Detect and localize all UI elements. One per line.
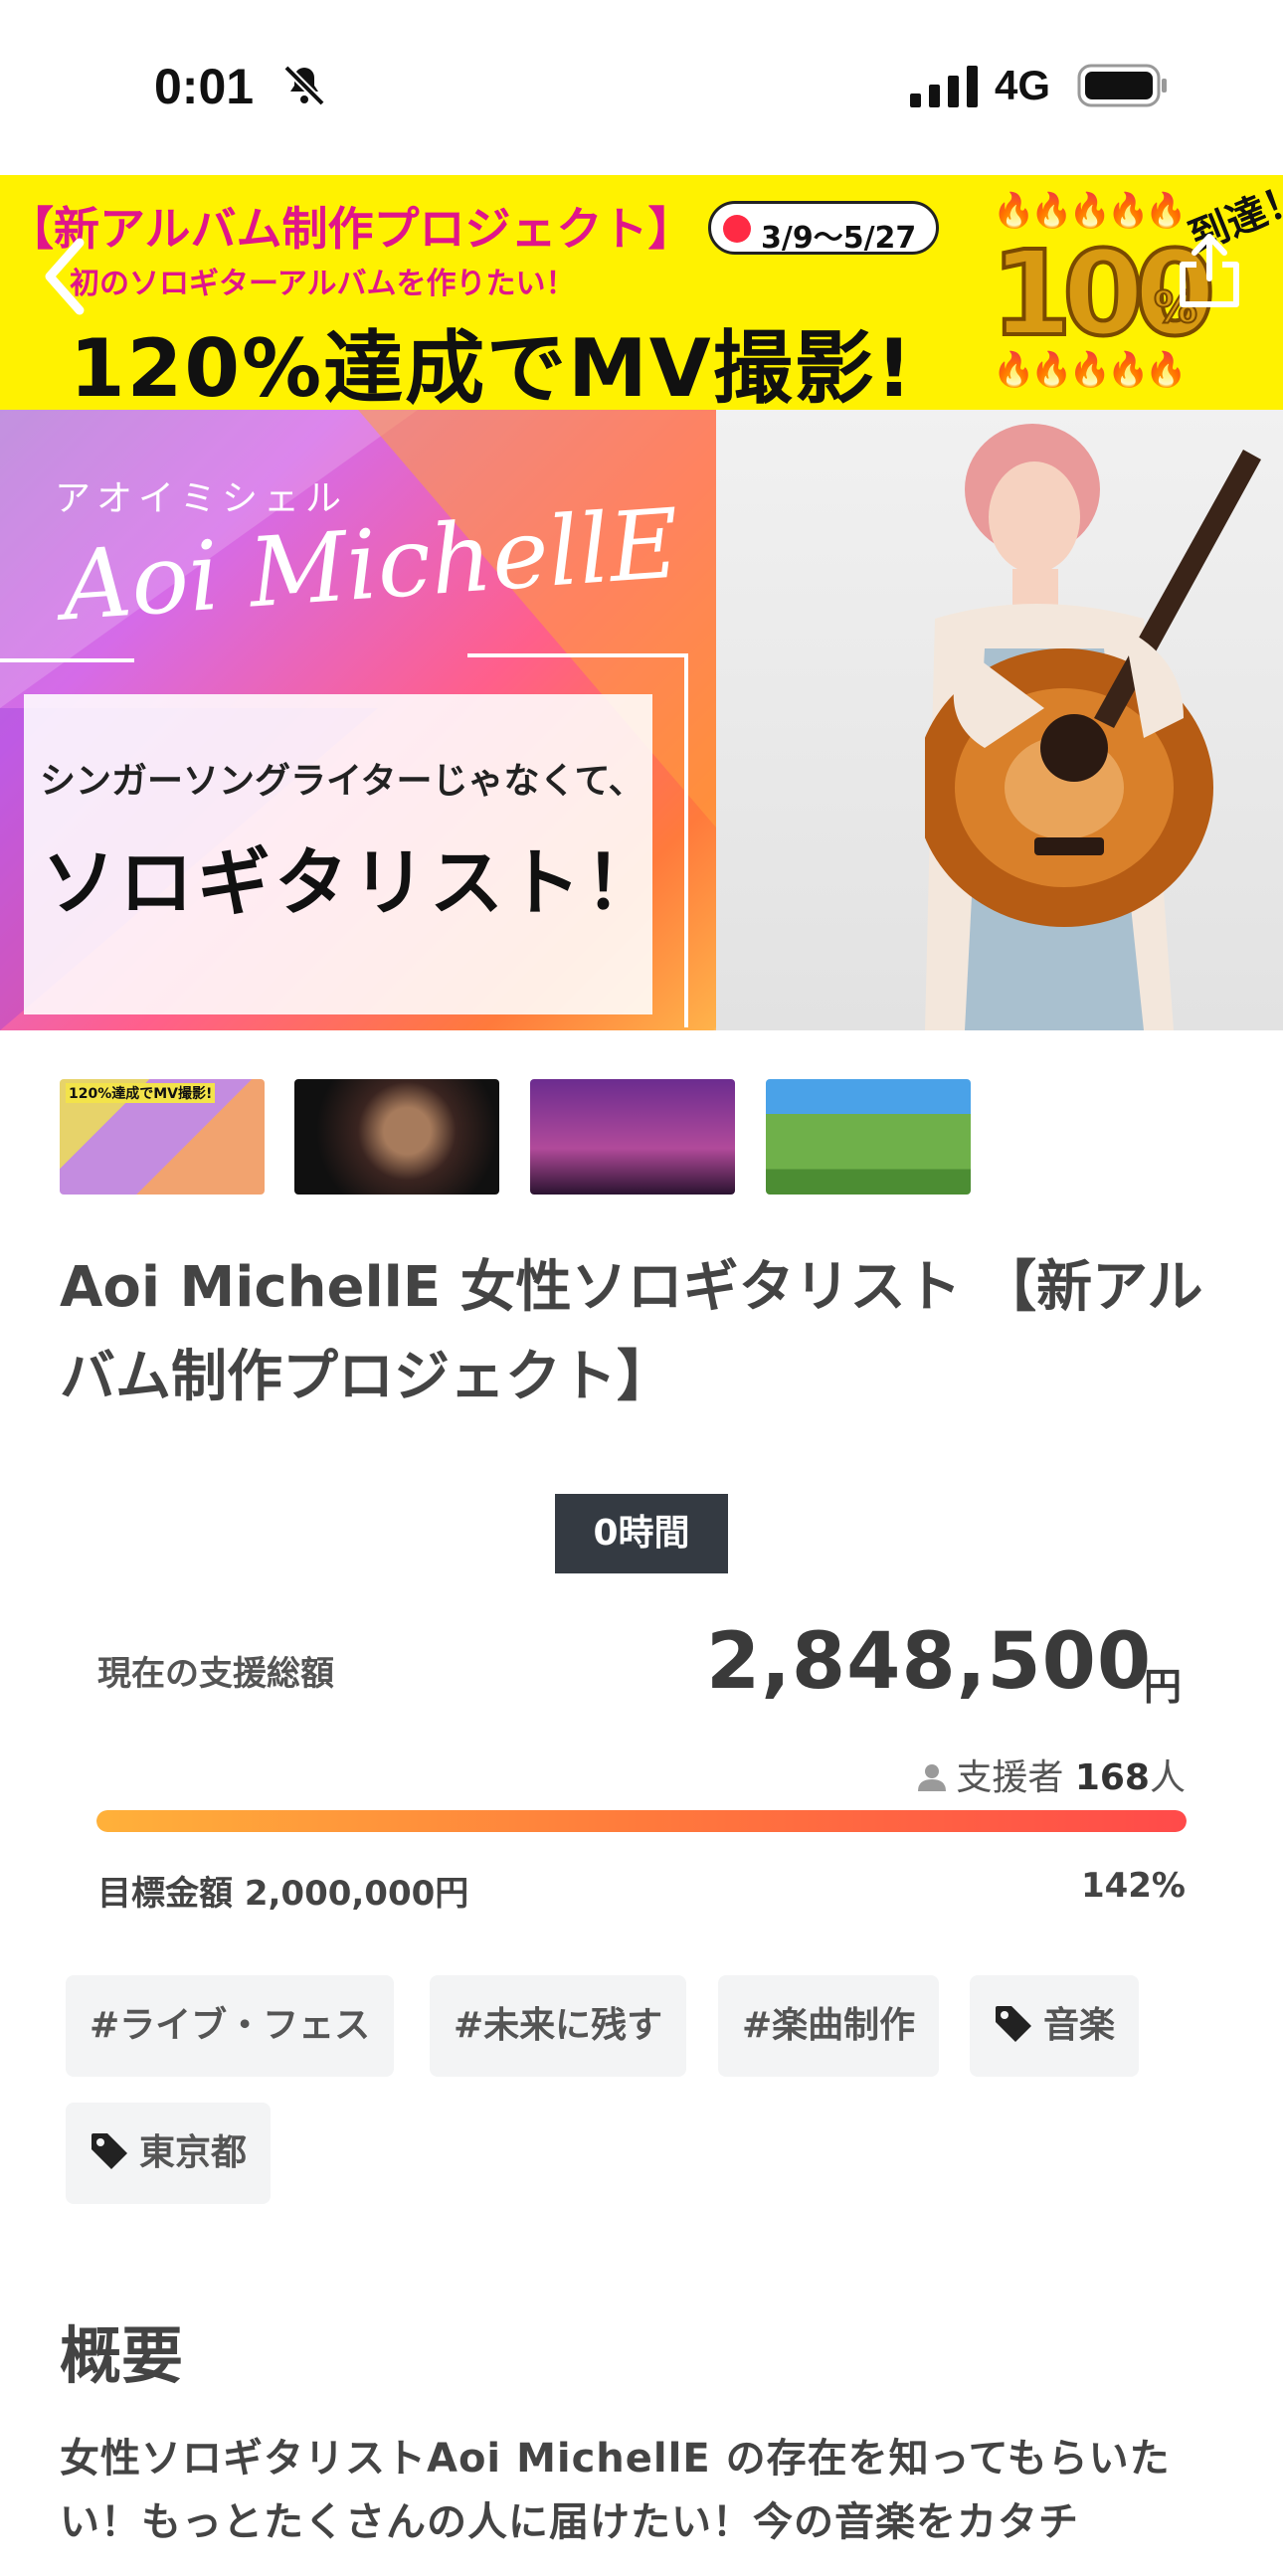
supporters-number: 168	[1074, 1757, 1150, 1798]
total-label: 現在の支援総額	[97, 1654, 334, 1694]
supporters-unit: 人	[1149, 1757, 1186, 1798]
thumbnail-3[interactable]	[530, 1079, 735, 1195]
flames-icon: 🔥🔥🔥🔥🔥	[993, 350, 1188, 390]
frame-line	[0, 658, 134, 662]
network-type: 4G	[995, 62, 1051, 108]
status-bar: 0:01 4G	[0, 0, 1283, 175]
thumbnail-1[interactable]: 120%達成でMV撮影!	[60, 1079, 265, 1195]
total-amount: 2,848,500	[706, 1617, 1153, 1707]
tag-category-music[interactable]: 音楽	[970, 1975, 1140, 2077]
tag-location-tokyo[interactable]: 東京都	[66, 2103, 272, 2204]
hero-banner[interactable]: 【新アルバム制作プロジェクト】 3/9〜5/27 初のソロギターアルバムを作りた…	[0, 175, 1283, 1030]
summary-heading: 概要	[60, 2319, 184, 2392]
user-icon	[918, 1764, 947, 1791]
banner-subtitle: 初のソロギターアルバムを作りたい！	[70, 267, 576, 301]
tag-icon	[996, 2006, 1031, 2042]
thumbnail-caption: 120%達成でMV撮影!	[66, 1083, 216, 1103]
record-dot-icon	[723, 215, 751, 243]
date-pill: 3/9〜5/27	[708, 201, 939, 256]
project-title: Aoi MichellE 女性ソロギタリスト 【新アルバム制作プロジェクト】	[60, 1255, 1203, 1409]
supporters-count: 支援者 168人	[916, 1748, 1186, 1800]
status-time: 0:01	[154, 59, 255, 114]
tag-label: #未来に残す	[454, 2005, 663, 2046]
tag-label: #楽曲制作	[742, 2005, 916, 2046]
tag-live-fes[interactable]: #ライブ・フェス	[66, 1975, 395, 2077]
guitarist-photo	[925, 424, 1261, 1030]
chevron-left-icon[interactable]	[40, 235, 92, 318]
time-left-badge: 0時間	[555, 1494, 728, 1573]
progress-fill	[96, 1810, 1187, 1832]
tag-label: 東京都	[139, 2132, 248, 2173]
banner-headline: 120%達成でMV撮影!	[70, 322, 915, 415]
banner-photo: アオイミシェル Aoi MichellE シンガーソングライターじゃなくて、 ソ…	[0, 410, 1283, 1030]
tagline-2: ソロギタリスト！	[42, 840, 662, 926]
goal-amount: 目標金額 2,000,000円	[97, 1874, 469, 1914]
share-icon[interactable]	[1177, 231, 1242, 310]
summary-text: 女性ソロギタリストAoi MichellE の存在を知ってもらいたい！もっとたく…	[60, 2436, 1171, 2545]
achievement-percent: 142%	[1080, 1866, 1186, 1906]
tagline-1: シンガーソングライターじゃなくて、	[40, 761, 644, 802]
tag-music-production[interactable]: #楽曲制作	[718, 1975, 940, 2077]
tag-future[interactable]: #未来に残す	[430, 1975, 687, 2077]
banner-header: 【新アルバム制作プロジェクト】 3/9〜5/27 初のソロギターアルバムを作りた…	[0, 175, 1283, 415]
banner-title: 【新アルバム制作プロジェクト】	[8, 202, 694, 256]
thumbnail-4[interactable]	[766, 1079, 971, 1195]
bell-slash-icon	[283, 65, 325, 106]
cellular-signal-icon	[910, 66, 978, 107]
tag-label: #ライブ・フェス	[90, 2005, 371, 2046]
date-range: 3/9〜5/27	[761, 221, 917, 256]
thumbnail-2[interactable]	[294, 1079, 499, 1195]
supporters-label: 支援者	[956, 1757, 1064, 1798]
currency-unit: 円	[1144, 1665, 1183, 1709]
tag-icon	[92, 2133, 127, 2169]
tag-label: 音楽	[1043, 2005, 1116, 2046]
battery-icon	[1077, 64, 1167, 107]
progress-bar	[96, 1810, 1187, 1832]
